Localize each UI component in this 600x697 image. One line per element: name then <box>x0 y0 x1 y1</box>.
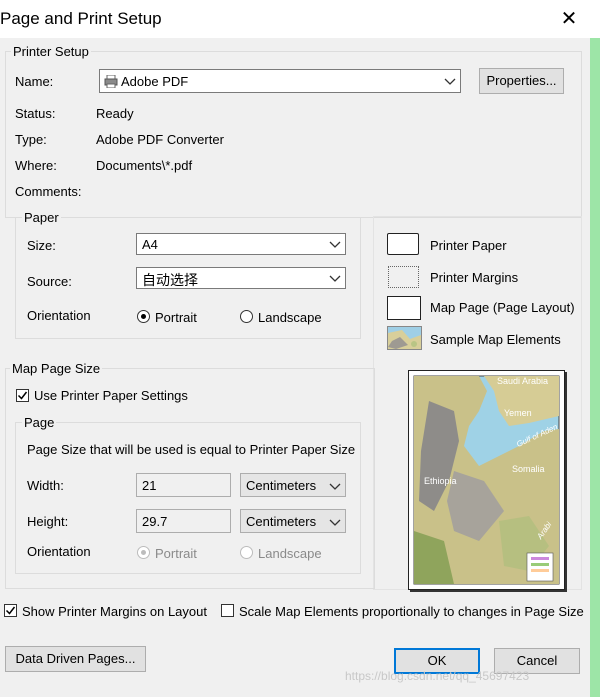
use-printer-settings-checkbox[interactable] <box>16 389 29 402</box>
printer-name-value: Adobe PDF <box>121 74 189 89</box>
chevron-down-icon <box>329 483 341 490</box>
width-value: 21 <box>142 478 157 493</box>
printer-margins-swatch <box>388 266 419 288</box>
map-page-legend-label: Map Page (Page Layout) <box>430 300 575 315</box>
map-label-somalia: Somalia <box>512 464 545 474</box>
page-legend: Page <box>22 415 57 430</box>
printer-paper-legend-label: Printer Paper <box>430 238 507 253</box>
map-page-swatch <box>387 296 421 320</box>
paper-orientation-label: Orientation <box>27 308 91 323</box>
status-label: Status: <box>15 106 56 121</box>
chevron-down-icon <box>329 519 341 526</box>
map-label-ethiopia: Ethiopia <box>424 476 457 486</box>
paper-landscape-label[interactable]: Landscape <box>258 310 322 325</box>
chevron-down-icon <box>329 275 341 282</box>
page-size-note: Page Size that will be used is equal to … <box>27 442 356 457</box>
close-button[interactable]: ✕ <box>557 7 581 31</box>
dialog-title: Page and Print Setup <box>0 9 162 28</box>
scale-elements-label[interactable]: Scale Map Elements proportionally to cha… <box>239 604 584 619</box>
width-unit-value: Centimeters <box>246 478 317 493</box>
paper-legend: Paper <box>22 210 61 225</box>
paper-source-value: 自动选择 <box>142 272 198 288</box>
height-input[interactable]: 29.7 <box>136 509 231 533</box>
page-orientation-label: Orientation <box>27 544 91 559</box>
printer-paper-swatch <box>387 233 419 255</box>
source-label: Source: <box>27 274 72 289</box>
comments-label: Comments: <box>15 184 82 199</box>
map-label-saudi-arabia: Saudi Arabia <box>497 376 549 386</box>
background-window-strip <box>590 38 600 697</box>
height-unit-select[interactable]: Centimeters <box>240 509 346 533</box>
printer-icon <box>104 74 118 89</box>
paper-size-value: A4 <box>142 237 158 252</box>
page-landscape-radio[interactable] <box>240 546 253 559</box>
data-driven-pages-button[interactable]: Data Driven Pages... <box>5 646 146 672</box>
map-page-size-legend: Map Page Size <box>10 361 103 376</box>
map-label-yemen: Yemen <box>504 408 532 418</box>
name-label: Name: <box>15 74 54 89</box>
status-value: Ready <box>96 106 134 121</box>
height-unit-value: Centimeters <box>246 514 317 529</box>
where-value: Documents\*.pdf <box>96 158 193 173</box>
height-value: 29.7 <box>142 514 168 529</box>
properties-button[interactable]: Properties... <box>479 68 564 94</box>
width-label: Width: <box>27 478 64 493</box>
where-label: Where: <box>15 158 57 173</box>
paper-portrait-label[interactable]: Portrait <box>155 310 197 325</box>
width-unit-select[interactable]: Centimeters <box>240 473 346 497</box>
watermark: https://blog.csdn.net/qq_45697423 <box>345 669 530 683</box>
sample-map-elements-swatch <box>387 326 422 350</box>
page-portrait-label[interactable]: Portrait <box>155 546 197 561</box>
chevron-down-icon <box>444 78 456 85</box>
printer-name-select[interactable]: Adobe PDF <box>99 69 461 93</box>
scale-elements-checkbox[interactable] <box>221 604 234 617</box>
sample-map-elements-legend-label: Sample Map Elements <box>430 332 561 347</box>
use-printer-settings-label[interactable]: Use Printer Paper Settings <box>34 388 188 403</box>
size-label: Size: <box>27 238 56 253</box>
show-margins-checkbox[interactable] <box>4 604 17 617</box>
page-portrait-radio[interactable] <box>137 546 150 559</box>
show-margins-label[interactable]: Show Printer Margins on Layout <box>22 604 207 619</box>
page-landscape-label[interactable]: Landscape <box>258 546 322 561</box>
type-label: Type: <box>15 132 47 147</box>
printer-margins-legend-label: Printer Margins <box>430 270 519 285</box>
map-preview: Saudi Arabia Yemen Gulf of Aden Somalia … <box>408 370 565 590</box>
paper-size-select[interactable]: A4 <box>136 233 346 255</box>
chevron-down-icon <box>329 241 341 248</box>
height-label: Height: <box>27 514 69 529</box>
paper-source-select[interactable]: 自动选择 <box>136 267 346 289</box>
paper-portrait-radio[interactable] <box>137 310 150 323</box>
width-input[interactable]: 21 <box>136 473 231 497</box>
printer-setup-legend: Printer Setup <box>11 44 91 59</box>
paper-landscape-radio[interactable] <box>240 310 253 323</box>
type-value: Adobe PDF Converter <box>96 132 224 147</box>
